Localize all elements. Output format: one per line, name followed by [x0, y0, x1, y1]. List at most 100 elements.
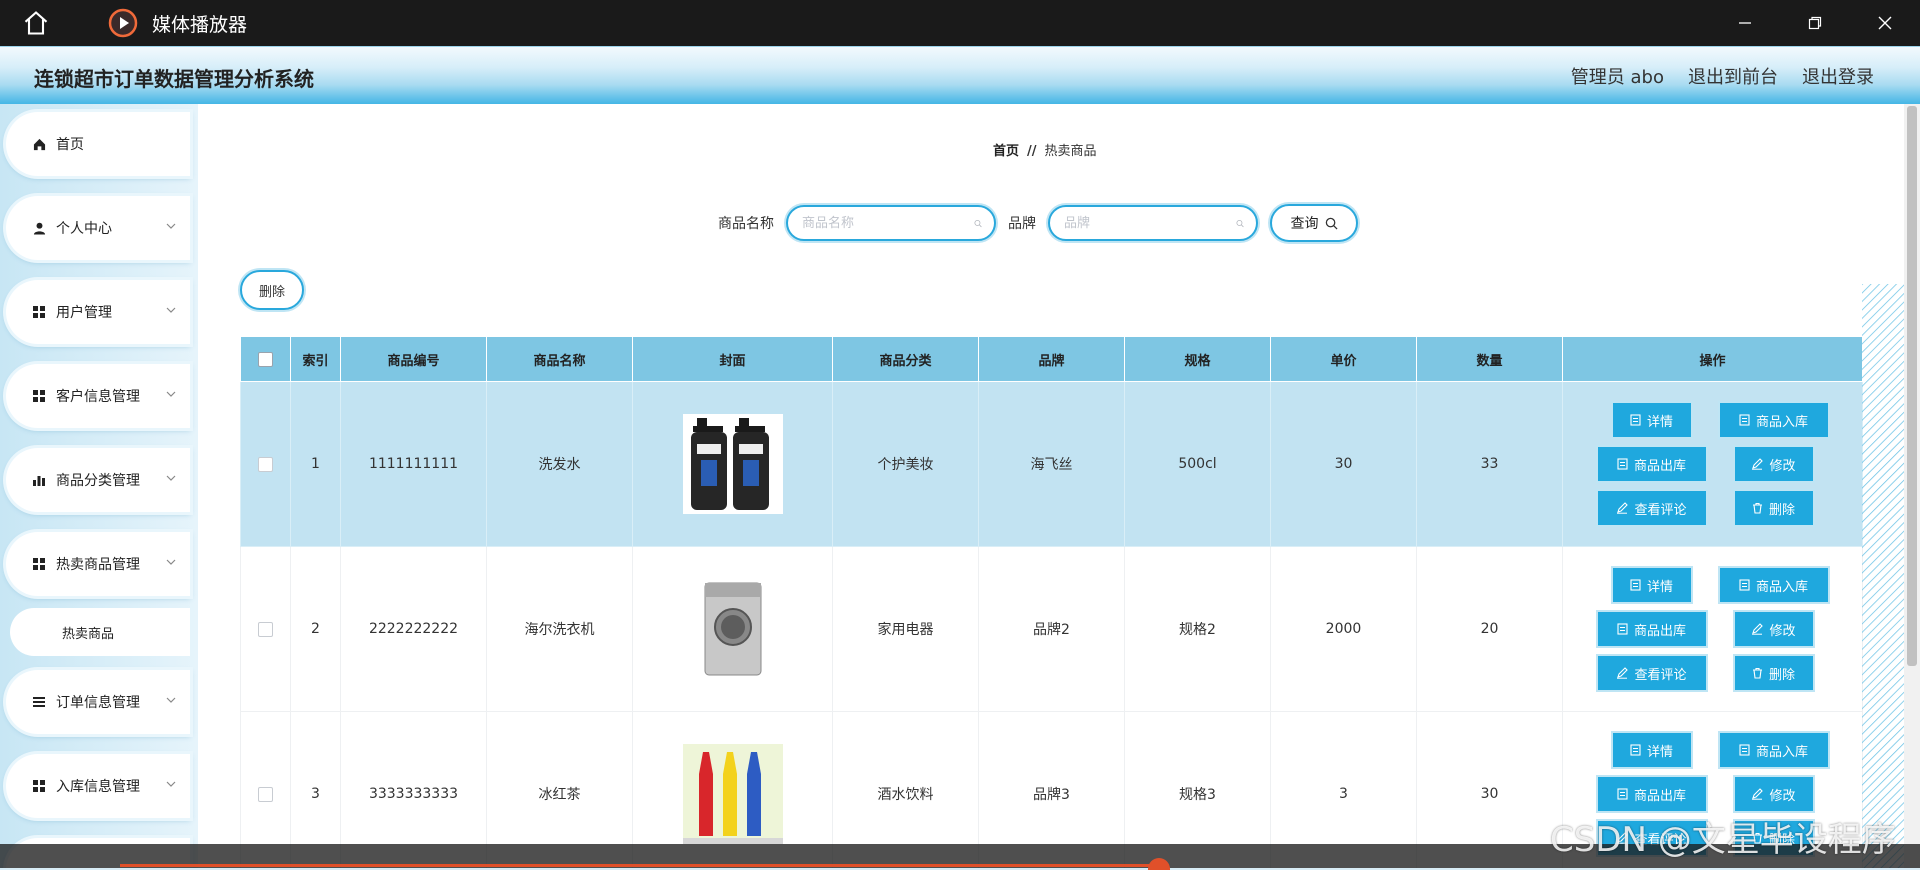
sidebar-item-home[interactable]: 首页: [6, 112, 190, 176]
column-header: 商品名称: [486, 336, 633, 382]
product-name-input[interactable]: [800, 214, 974, 232]
iced-tea-image[interactable]: [682, 744, 783, 844]
spec-cell: 500cl: [1124, 381, 1271, 547]
chevron-down-icon: [166, 697, 176, 703]
column-header: 数量: [1416, 336, 1563, 382]
row-checkbox[interactable]: [258, 786, 273, 802]
document-icon: [1739, 579, 1750, 591]
column-header: 索引: [290, 336, 341, 382]
document-icon: [1630, 414, 1641, 426]
washing-machine-image[interactable]: [682, 579, 783, 679]
breadcrumb-home[interactable]: 首页: [993, 144, 1019, 159]
logout-link[interactable]: 退出登录: [1802, 63, 1874, 89]
code-cell: 2222222222: [340, 546, 487, 712]
bar-chart-icon: [33, 476, 45, 486]
delete-button[interactable]: 删除: [1734, 491, 1813, 525]
cover-cell: [632, 381, 833, 547]
table-row[interactable]: 2 2222222222 海尔洗衣机 家用电器 品牌2 规格2 2000 20: [240, 546, 1863, 712]
name-cell: 洗发水: [486, 381, 633, 547]
pencil-icon: [1752, 623, 1764, 635]
row-checkbox[interactable]: [258, 621, 273, 637]
code-cell: 1111111111: [340, 381, 487, 547]
playback-progress-knob[interactable]: [1148, 858, 1170, 870]
view-reviews-label: 查看评论: [1634, 667, 1687, 683]
select-all-checkbox[interactable]: [258, 351, 273, 367]
sidebar-subitem-label: 热卖商品: [62, 626, 115, 642]
edit-label: 修改: [1769, 623, 1796, 639]
stock-out-label: 商品出库: [1633, 458, 1686, 474]
main-scrollbar[interactable]: [1904, 104, 1920, 868]
detail-button[interactable]: 详情: [1612, 733, 1691, 767]
stock-out-label: 商品出库: [1633, 788, 1686, 804]
query-button[interactable]: 查询: [1270, 204, 1358, 242]
decorative-wave-pattern: [1862, 284, 1904, 868]
spec-cell: 规格2: [1124, 546, 1271, 712]
media-player-logo-icon: [108, 8, 138, 38]
stock-out-button[interactable]: 商品出库: [1597, 447, 1706, 481]
category-cell: 个护美妆: [832, 381, 979, 547]
brand-field[interactable]: [1048, 205, 1258, 241]
sidebar-item-personal-center[interactable]: 个人中心: [6, 196, 190, 260]
product-name-field[interactable]: [786, 205, 996, 241]
minimize-button[interactable]: [1710, 0, 1780, 46]
stock-out-button[interactable]: 商品出库: [1597, 777, 1706, 811]
stock-in-button[interactable]: 商品入库: [1719, 733, 1828, 767]
select-all-cell: [240, 336, 291, 382]
detail-button[interactable]: 详情: [1612, 568, 1691, 602]
main-scrollbar-thumb[interactable]: [1907, 106, 1917, 666]
player-title: 媒体播放器: [152, 13, 248, 36]
edit-button[interactable]: 修改: [1734, 447, 1813, 481]
stock-in-button[interactable]: 商品入库: [1719, 568, 1828, 602]
edit-button[interactable]: 修改: [1734, 777, 1813, 811]
back-to-front-link[interactable]: 退出到前台: [1688, 63, 1778, 89]
search-icon: [1325, 217, 1338, 230]
stock-out-button[interactable]: 商品出库: [1597, 612, 1706, 646]
document-icon: [1739, 744, 1750, 756]
view-reviews-button[interactable]: 查看评论: [1597, 491, 1706, 525]
user-icon: [33, 222, 45, 235]
minimize-icon: [1739, 22, 1751, 24]
view-reviews-button[interactable]: 查看评论: [1597, 656, 1706, 690]
maximize-button[interactable]: [1780, 0, 1850, 46]
search-row: 商品名称 品牌 查询: [718, 204, 1358, 242]
brand-label: 品牌: [1008, 216, 1036, 232]
pencil-icon: [1617, 502, 1629, 514]
batch-delete-button[interactable]: 删除: [240, 270, 304, 310]
document-icon: [1630, 744, 1641, 756]
table-row[interactable]: 1 1111111111 洗发水 个护美妆 海飞丝 500cl 30 33 详情…: [240, 381, 1863, 547]
breadcrumb: 首页 // 热卖商品: [993, 140, 1097, 159]
detail-button[interactable]: 详情: [1612, 403, 1691, 437]
delete-button[interactable]: 删除: [1734, 656, 1813, 690]
row-checkbox[interactable]: [258, 456, 273, 472]
stock-in-label: 商品入库: [1755, 744, 1808, 760]
sidebar-item-hot-products-management[interactable]: 热卖商品管理: [6, 532, 190, 596]
edit-label: 修改: [1769, 458, 1796, 474]
sidebar-subitem-hot-products[interactable]: 热卖商品: [10, 608, 190, 656]
sidebar-item-customer-management[interactable]: 客户信息管理: [6, 364, 190, 428]
list-icon: [33, 697, 45, 707]
delete-label: 删除: [1768, 502, 1795, 518]
edit-button[interactable]: 修改: [1734, 612, 1813, 646]
trash-icon: [1752, 667, 1762, 679]
restore-icon: [1808, 16, 1822, 30]
sidebar-item-label: 首页: [56, 137, 84, 153]
sidebar-item-user-management[interactable]: 用户管理: [6, 280, 190, 344]
brand-input[interactable]: [1062, 214, 1236, 232]
stock-in-button[interactable]: 商品入库: [1719, 403, 1828, 437]
sidebar-item-stock-in-management[interactable]: 入库信息管理: [6, 754, 190, 818]
home-icon[interactable]: [22, 9, 50, 37]
home-icon: [33, 138, 45, 150]
chevron-down-icon: [166, 223, 176, 229]
close-button[interactable]: [1850, 0, 1920, 46]
playback-progress-bar[interactable]: [120, 864, 1160, 867]
sidebar-item-order-management[interactable]: 订单信息管理: [6, 670, 190, 734]
grid-icon: [33, 390, 45, 402]
stock-in-label: 商品入库: [1755, 414, 1808, 430]
sidebar-item-label: 客户信息管理: [56, 389, 140, 405]
app-title: 连锁超市订单数据管理分析系统: [34, 67, 314, 91]
column-header: 规格: [1124, 336, 1271, 382]
sidebar-item-category-management[interactable]: 商品分类管理: [6, 448, 190, 512]
query-button-label: 查询: [1290, 216, 1319, 232]
product-table: 索引 商品编号 商品名称 封面 商品分类 品牌 规格 单价 数量 操作 1 11…: [240, 336, 1863, 868]
shampoo-image[interactable]: [682, 414, 783, 514]
